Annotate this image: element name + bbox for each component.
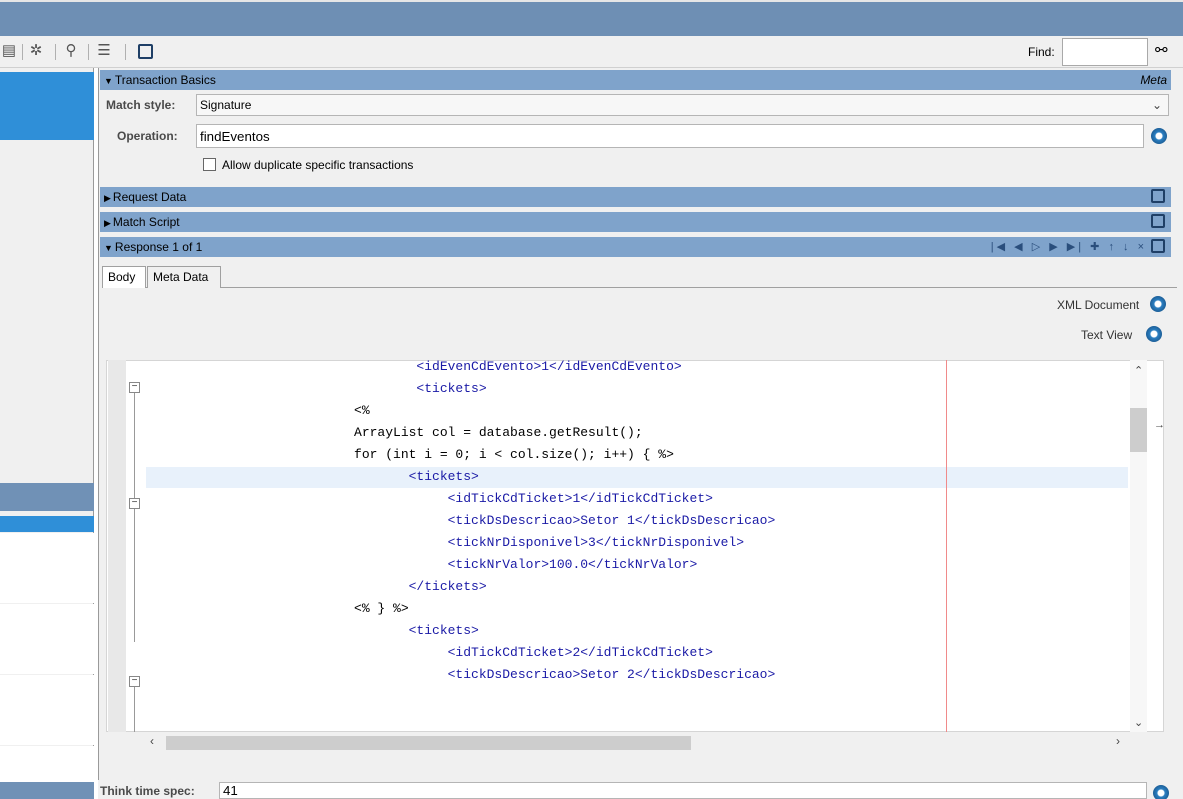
code-line: <% } %> — [276, 601, 409, 616]
database-icon[interactable]: ▤ — [0, 42, 18, 60]
external-link-icon[interactable] — [1151, 214, 1165, 228]
scroll-left-icon[interactable]: ‹ — [150, 734, 154, 748]
find-label: Find: — [1028, 45, 1055, 59]
code-line: <idTickCdTicket>1</idTickCdTicket> — [276, 491, 713, 506]
code-line: </tickets> — [276, 579, 487, 594]
toolbar-separator — [55, 44, 56, 60]
find-input[interactable] — [1062, 38, 1148, 66]
next-icon[interactable]: ▶ — [1049, 241, 1060, 253]
expand-arrow-icon: ▶ — [104, 193, 111, 203]
toolbar-separator — [22, 44, 23, 60]
match-style-label: Match style: — [106, 98, 176, 112]
fold-line — [134, 392, 135, 642]
match-script-header[interactable]: ▶ Match Script — [100, 212, 1171, 232]
chevron-down-icon: ⌄ — [1151, 98, 1162, 112]
text-view-link[interactable]: Text View — [1081, 328, 1132, 342]
external-link-icon[interactable] — [138, 44, 153, 59]
scroll-up-icon[interactable]: ⌃ — [1134, 364, 1143, 377]
left-panel-header — [0, 483, 94, 511]
binoculars-icon[interactable]: ⚯ — [1155, 41, 1168, 59]
code-lines: <idEvenCdEvento>1</idEvenCdEvento> <tick… — [146, 356, 1128, 686]
toolbar-separator — [88, 44, 89, 60]
allow-duplicate-checkbox[interactable] — [203, 158, 216, 171]
code-line: for (int i = 0; i < col.size(); i++) { %… — [276, 447, 674, 462]
external-link-icon[interactable] — [1151, 189, 1165, 203]
xml-document-link[interactable]: XML Document — [1057, 298, 1139, 312]
scroll-right-icon[interactable]: › — [1116, 734, 1120, 748]
gear-cog-icon[interactable]: ✲ — [27, 42, 45, 60]
list-item[interactable] — [0, 533, 94, 603]
match-style-select[interactable]: Signature ⌄ — [196, 94, 1169, 116]
move-down-icon[interactable]: ↓ — [1123, 241, 1132, 253]
response-navigation: |◀ ◀ ▷ ▶ ▶| ✚ ↑ ↓ × — [991, 237, 1147, 257]
think-time-label: Think time spec: — [100, 784, 195, 798]
operation-label: Operation: — [117, 129, 178, 143]
collapse-arrow-icon: ▼ — [104, 243, 113, 253]
left-panel-footer — [0, 782, 94, 799]
expand-arrow-icon: ▶ — [104, 218, 111, 228]
toolbar: ▤ ✲ ⚲ ☰ Find: ⚯ — [0, 36, 1183, 68]
selected-list-item[interactable] — [0, 72, 94, 140]
list-item[interactable] — [0, 746, 94, 782]
tab-meta-data[interactable]: Meta Data — [147, 266, 221, 288]
response-header[interactable]: ▼ Response 1 of 1 |◀ ◀ ▷ ▶ ▶| ✚ ↑ ↓ × — [100, 237, 1171, 257]
gear-icon[interactable] — [1153, 785, 1169, 799]
add-icon[interactable]: ✚ — [1090, 241, 1102, 253]
previous-icon[interactable]: ◀ — [1014, 241, 1025, 253]
operation-input[interactable] — [196, 124, 1144, 148]
last-icon[interactable]: ▶| — [1067, 241, 1084, 253]
list-item[interactable] — [0, 604, 94, 674]
collapse-arrow-icon: ▼ — [104, 76, 113, 86]
request-data-header[interactable]: ▶ Request Data — [100, 187, 1171, 207]
fold-toggle[interactable]: − — [129, 498, 140, 509]
external-link-icon[interactable] — [1151, 239, 1165, 253]
gear-icon[interactable] — [1151, 128, 1167, 144]
code-area: <idEvenCdEvento>1</idEvenCdEvento> <tick… — [146, 356, 1128, 732]
horizontal-scrollbar-thumb[interactable] — [166, 736, 691, 750]
code-line: <tickDsDescricao>Setor 2</tickDsDescrica… — [276, 667, 776, 682]
format-icon[interactable]: ☰ — [95, 42, 113, 60]
vertical-scrollbar-thumb[interactable] — [1130, 408, 1147, 452]
code-line: <tickets> — [276, 623, 479, 638]
meta-label[interactable]: Meta — [1140, 70, 1167, 90]
selected-list-item[interactable] — [0, 516, 94, 532]
tab-body[interactable]: Body — [102, 266, 146, 288]
code-line: <tickets> — [276, 381, 487, 396]
fold-toggle[interactable]: − — [129, 382, 140, 393]
play-icon[interactable]: ▷ — [1032, 241, 1043, 253]
transaction-basics-header[interactable]: ▼ Transaction Basics Meta — [100, 70, 1171, 90]
allow-duplicate-label: Allow duplicate specific transactions — [222, 158, 414, 172]
fold-toggle[interactable]: − — [129, 676, 140, 687]
code-line: <idTickCdTicket>2</idTickCdTicket> — [276, 645, 713, 660]
search-icon[interactable]: ⚲ — [62, 42, 80, 60]
arrow-right-icon[interactable]: → — [1154, 419, 1165, 431]
editor-gutter — [108, 360, 126, 732]
list-item[interactable] — [0, 675, 94, 745]
think-time-input[interactable] — [219, 782, 1147, 799]
code-line: <idEvenCdEvento>1</idEvenCdEvento> — [276, 359, 682, 374]
fold-line — [134, 686, 135, 732]
code-line: <tickNrValor>100.0</tickNrValor> — [276, 557, 698, 572]
gear-icon[interactable] — [1150, 296, 1166, 312]
move-up-icon[interactable]: ↑ — [1108, 241, 1117, 253]
code-line: <tickets> — [276, 469, 479, 484]
code-line: ArrayList col = database.getResult(); — [276, 425, 643, 440]
toolbar-separator — [125, 44, 126, 60]
code-line: <% — [276, 403, 370, 418]
scroll-down-icon[interactable]: ⌄ — [1134, 716, 1143, 729]
window-title-bar — [0, 0, 1183, 36]
first-icon[interactable]: |◀ — [991, 241, 1008, 253]
gear-icon[interactable] — [1146, 326, 1162, 342]
code-line: <tickDsDescricao>Setor 1</tickDsDescrica… — [276, 513, 776, 528]
delete-icon[interactable]: × — [1138, 241, 1147, 253]
code-line: <tickNrDisponivel>3</tickNrDisponivel> — [276, 535, 745, 550]
